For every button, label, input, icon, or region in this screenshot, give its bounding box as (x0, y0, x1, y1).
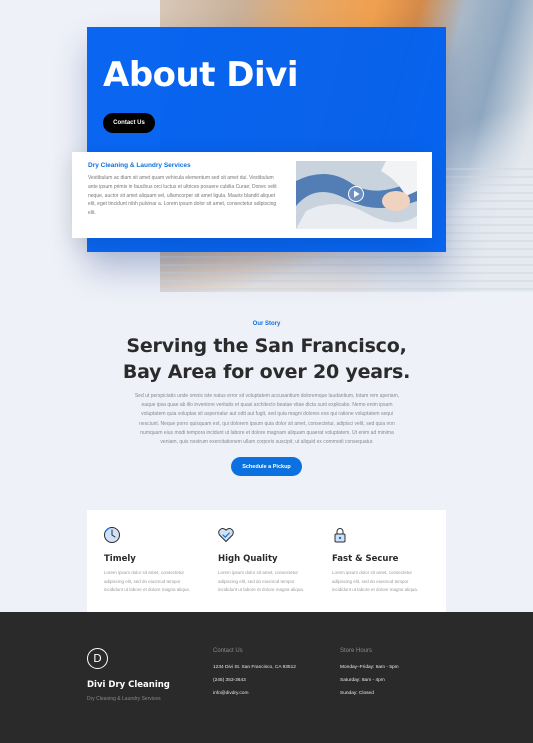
footer-hours: Store Hours Monday–Friday: 6am - 5pm Sat… (340, 648, 399, 700)
footer-email[interactable]: info@divdry.com (213, 687, 296, 700)
footer-brand: Divi Dry Cleaning (87, 680, 170, 690)
story-heading-line2: Bay Area for over 20 years. (122, 361, 411, 383)
story-kicker: Our Story (252, 321, 281, 327)
footer: D Divi Dry Cleaning Dry Cleaning & Laund… (0, 612, 533, 743)
logo-letter: D (93, 652, 102, 665)
footer-contact: Contact Us 1234 Divi St. San Francisco, … (213, 648, 296, 700)
story-body: Sed ut perspiciatis unde omnis iste natu… (134, 393, 400, 446)
feature-text: Lorem ipsum dolor sit amet, consectetur … (104, 570, 191, 592)
feature-fast-secure: Fast & Secure Lorem ipsum dolor sit amet… (315, 510, 425, 612)
lock-icon (334, 528, 346, 543)
service-video-thumbnail[interactable] (296, 161, 417, 229)
feature-timely: Timely Lorem ipsum dolor sit amet, conse… (87, 510, 197, 612)
divi-logo[interactable]: D (87, 648, 108, 669)
service-description: Vestibulum ac diam sit amet quam vehicul… (88, 175, 277, 217)
footer-hours-sunday: Sunday: Closed (340, 691, 374, 696)
footer-phone[interactable]: (245) 353-3643 (213, 674, 296, 687)
feature-title: Timely (104, 554, 136, 564)
story-heading: Serving the San Francisco, Bay Area for … (100, 333, 433, 385)
heart-check-icon (218, 528, 234, 542)
footer-contact-heading: Contact Us (213, 648, 243, 654)
clock-icon (104, 527, 120, 543)
footer-tagline: Dry Cleaning & Laundry Services (87, 696, 161, 702)
feature-title: Fast & Secure (332, 554, 399, 564)
footer-hours-saturday: Saturday: 8am - 4pm (340, 678, 385, 683)
footer-hours-weekdays: Monday–Friday: 6am - 5pm (340, 665, 399, 670)
story-heading-line1: Serving the San Francisco, (126, 335, 407, 357)
contact-us-button[interactable]: Contact Us (103, 113, 155, 133)
page-title: About Divi (103, 55, 299, 95)
feature-title: High Quality (218, 554, 278, 564)
service-card: Dry Cleaning & Laundry Services Vestibul… (72, 152, 432, 238)
feature-text: Lorem ipsum dolor sit amet, consectetur … (218, 570, 305, 592)
footer-hours-heading: Store Hours (340, 648, 373, 654)
feature-text: Lorem ipsum dolor sit amet, consectetur … (332, 570, 419, 592)
footer-address: 1234 Divi St. San Francisco, CA 93512 (213, 665, 296, 670)
schedule-pickup-button[interactable]: Schedule a Pickup (231, 457, 302, 476)
features-panel: Timely Lorem ipsum dolor sit amet, conse… (87, 510, 446, 612)
feature-high-quality: High Quality Lorem ipsum dolor sit amet,… (201, 510, 311, 612)
play-icon[interactable] (348, 186, 364, 202)
service-title: Dry Cleaning & Laundry Services (88, 162, 191, 169)
